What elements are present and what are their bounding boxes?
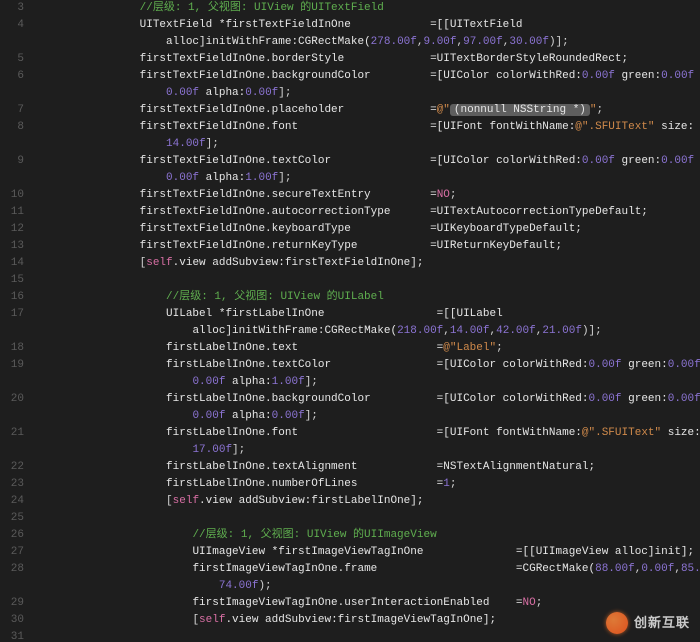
code-line: firstLabelInOne.numberOfLines =1; [34, 476, 700, 493]
line-number: 21 [0, 425, 24, 442]
line-number: 27 [0, 544, 24, 561]
code-line: firstTextFieldInOne.font =[UIFont fontWi… [34, 119, 700, 136]
code-line: alloc]initWithFrame:CGRectMake(218.00f,1… [34, 323, 700, 340]
line-number: 7 [0, 102, 24, 119]
line-number: 23 [0, 476, 24, 493]
code-line: firstImageViewTagInOne.frame =CGRectMake… [34, 561, 700, 578]
code-line: UILabel *firstLabelInOne =[[UILabel [34, 306, 700, 323]
code-line: firstTextFieldInOne.borderStyle =UITextB… [34, 51, 700, 68]
line-number [0, 170, 24, 187]
line-number-gutter: 3456789101112131415161718192021222324252… [0, 0, 34, 642]
watermark: 创新互联 [606, 612, 690, 634]
code-line: firstLabelInOne.textAlignment =NSTextAli… [34, 459, 700, 476]
code-line: firstImageViewTagInOne.userInteractionEn… [34, 595, 700, 612]
line-number: 30 [0, 612, 24, 629]
line-number: 22 [0, 459, 24, 476]
line-number: 19 [0, 357, 24, 374]
line-number: 4 [0, 17, 24, 34]
line-number: 5 [0, 51, 24, 68]
line-number [0, 34, 24, 51]
code-line: firstLabelInOne.backgroundColor =[UIColo… [34, 391, 700, 408]
code-line: 74.00f); [34, 578, 700, 595]
code-line: alloc]initWithFrame:CGRectMake(278.00f,9… [34, 34, 700, 51]
code-line: 17.00f]; [34, 442, 700, 459]
line-number: 3 [0, 0, 24, 17]
line-number: 31 [0, 629, 24, 642]
line-number: 24 [0, 493, 24, 510]
code-line: firstLabelInOne.text =@"Label"; [34, 340, 700, 357]
code-line: firstTextFieldInOne.returnKeyType =UIRet… [34, 238, 700, 255]
watermark-text: 创新互联 [634, 613, 690, 633]
code-line: firstLabelInOne.textColor =[UIColor colo… [34, 357, 700, 374]
code-line: firstTextFieldInOne.placeholder =@"(nonn… [34, 102, 700, 119]
line-number: 10 [0, 187, 24, 204]
line-number: 13 [0, 238, 24, 255]
line-number [0, 136, 24, 153]
line-number: 6 [0, 68, 24, 85]
code-line: 0.00f alpha:0.00f]; [34, 408, 700, 425]
line-number: 8 [0, 119, 24, 136]
line-number [0, 408, 24, 425]
line-number: 20 [0, 391, 24, 408]
code-line: firstTextFieldInOne.textColor =[UIColor … [34, 153, 700, 170]
line-number: 16 [0, 289, 24, 306]
code-editor: 3456789101112131415161718192021222324252… [0, 0, 700, 642]
line-number: 15 [0, 272, 24, 289]
line-number: 29 [0, 595, 24, 612]
line-number: 18 [0, 340, 24, 357]
code-line: firstTextFieldInOne.secureTextEntry =NO; [34, 187, 700, 204]
line-number: 9 [0, 153, 24, 170]
line-number: 11 [0, 204, 24, 221]
code-area[interactable]: //层级: 1, 父视图: UIView 的UITextField UIText… [34, 0, 700, 642]
code-line: UIImageView *firstImageViewTagInOne =[[U… [34, 544, 700, 561]
code-line: UITextField *firstTextFieldInOne =[[UITe… [34, 17, 700, 34]
line-number [0, 578, 24, 595]
line-number: 25 [0, 510, 24, 527]
code-line [34, 510, 700, 527]
line-number [0, 442, 24, 459]
code-line: firstTextFieldInOne.backgroundColor =[UI… [34, 68, 700, 85]
line-number: 17 [0, 306, 24, 323]
code-line: firstTextFieldInOne.autocorrectionType =… [34, 204, 700, 221]
code-line: [self.view addSubview:firstTextFieldInOn… [34, 255, 700, 272]
line-number [0, 374, 24, 391]
line-number [0, 323, 24, 340]
code-line: [self.view addSubview:firstLabelInOne]; [34, 493, 700, 510]
code-line [34, 272, 700, 289]
line-number: 28 [0, 561, 24, 578]
code-line: //层级: 1, 父视图: UIView 的UIImageView [34, 527, 700, 544]
code-line: //层级: 1, 父视图: UIView 的UILabel [34, 289, 700, 306]
code-line: 0.00f alpha:1.00f]; [34, 170, 700, 187]
line-number: 12 [0, 221, 24, 238]
code-line [34, 629, 700, 642]
code-line: 0.00f alpha:1.00f]; [34, 374, 700, 391]
code-line: firstLabelInOne.font =[UIFont fontWithNa… [34, 425, 700, 442]
flame-icon [606, 612, 628, 634]
code-line: [self.view addSubview:firstImageViewTagI… [34, 612, 700, 629]
code-line: firstTextFieldInOne.keyboardType =UIKeyb… [34, 221, 700, 238]
code-line: 0.00f alpha:0.00f]; [34, 85, 700, 102]
code-line: 14.00f]; [34, 136, 700, 153]
code-line: //层级: 1, 父视图: UIView 的UITextField [34, 0, 700, 17]
line-number: 26 [0, 527, 24, 544]
line-number [0, 85, 24, 102]
line-number: 14 [0, 255, 24, 272]
